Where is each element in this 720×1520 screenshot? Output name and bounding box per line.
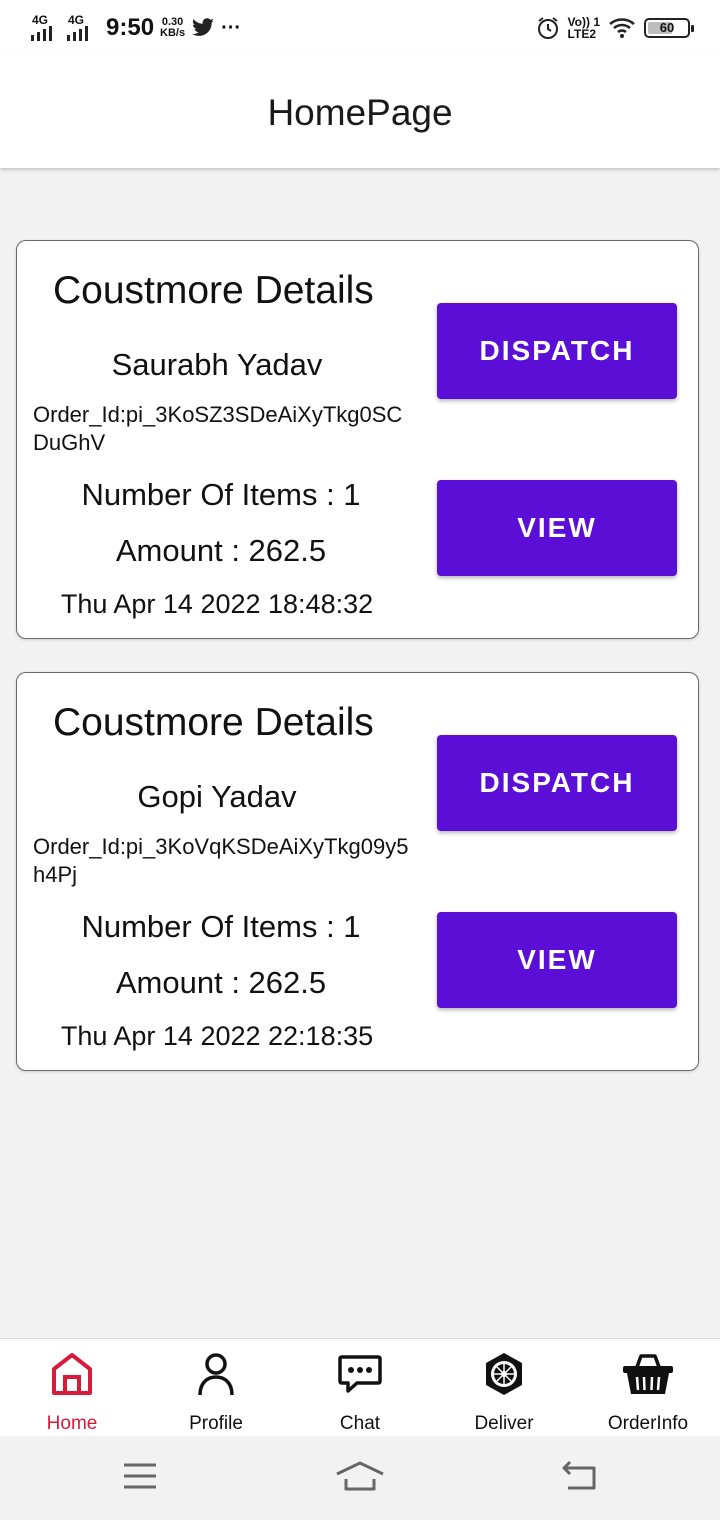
signal-icon-sim1: 4G xyxy=(30,14,60,42)
nav-label-orderinfo: OrderInfo xyxy=(607,1413,689,1434)
deliver-icon xyxy=(486,1353,522,1395)
dispatch-button[interactable]: DISPATCH xyxy=(437,303,677,399)
clock: 9:50 xyxy=(106,14,155,41)
volte-line2: LTE2 xyxy=(567,27,596,41)
alarm-icon xyxy=(537,17,558,39)
nav-label-home: Home xyxy=(46,1413,98,1434)
customer-name: Gopi Yadav xyxy=(137,779,297,814)
nav-label-deliver: Deliver xyxy=(474,1413,534,1434)
bottom-navigation: Home Profile Chat Deliver OrderInfo xyxy=(0,1338,720,1436)
signal-icon-sim2: 4G xyxy=(66,14,96,42)
wifi-icon xyxy=(609,18,635,38)
nav-item-home[interactable]: Home xyxy=(0,1339,144,1437)
number-of-items: Number Of Items : 1 xyxy=(81,477,361,512)
card-title: Coustmore Details xyxy=(53,269,374,312)
order-amount: Amount : 262.5 xyxy=(115,533,327,568)
nav-label-profile: Profile xyxy=(189,1413,243,1434)
view-button[interactable]: VIEW xyxy=(437,480,677,576)
menu-icon[interactable] xyxy=(122,1460,158,1492)
system-navigation-bar xyxy=(0,1436,720,1520)
dispatch-button[interactable]: DISPATCH xyxy=(437,735,677,831)
nav-label-chat: Chat xyxy=(339,1413,381,1434)
status-bar: 4G 4G 9:50 0.30 KB/s ··· Vo)) 1 LTE2 60 xyxy=(0,0,720,56)
battery-level: 60 xyxy=(659,20,675,35)
card-title: Coustmore Details xyxy=(53,701,374,744)
order-card: Coustmore Details Gopi Yadav Order_Id:pi… xyxy=(16,672,699,1071)
volte-indicator: Vo)) 1 LTE2 xyxy=(568,16,600,40)
network-type-1: 4G xyxy=(32,13,49,27)
network-speed: 0.30 KB/s xyxy=(160,17,185,39)
order-date: Thu Apr 14 2022 18:48:32 xyxy=(60,589,374,619)
order-card: Coustmore Details Saurabh Yadav Order_Id… xyxy=(16,240,699,639)
order-id: Order_Id:pi_3KoVqKSDeAiXyTkg09y5h4Pj xyxy=(33,834,409,887)
more-notifications-icon: ··· xyxy=(221,16,242,39)
twitter-icon xyxy=(192,18,215,36)
page-title: HomePage xyxy=(267,92,453,133)
home-system-icon[interactable] xyxy=(334,1460,386,1492)
nav-item-chat[interactable]: Chat xyxy=(288,1339,432,1437)
order-date: Thu Apr 14 2022 22:18:35 xyxy=(60,1021,374,1051)
back-icon[interactable] xyxy=(560,1460,600,1492)
nav-item-deliver[interactable]: Deliver xyxy=(432,1339,576,1437)
battery-icon: 60 xyxy=(644,18,694,38)
customer-name: Saurabh Yadav xyxy=(111,347,323,382)
app-header: HomePage xyxy=(0,56,720,168)
nav-item-orderinfo[interactable]: OrderInfo xyxy=(576,1339,720,1437)
person-icon xyxy=(198,1353,234,1396)
nav-item-profile[interactable]: Profile xyxy=(144,1339,288,1437)
network-speed-unit: KB/s xyxy=(160,27,186,39)
chat-icon xyxy=(338,1355,382,1393)
view-button[interactable]: VIEW xyxy=(437,912,677,1008)
basket-icon xyxy=(623,1354,673,1394)
network-type-2: 4G xyxy=(68,13,85,27)
number-of-items: Number Of Items : 1 xyxy=(81,909,361,944)
home-icon xyxy=(52,1353,92,1395)
order-id: Order_Id:pi_3KoSZ3SDeAiXyTkg0SCDuGhV xyxy=(33,402,403,455)
order-amount: Amount : 262.5 xyxy=(115,965,327,1000)
